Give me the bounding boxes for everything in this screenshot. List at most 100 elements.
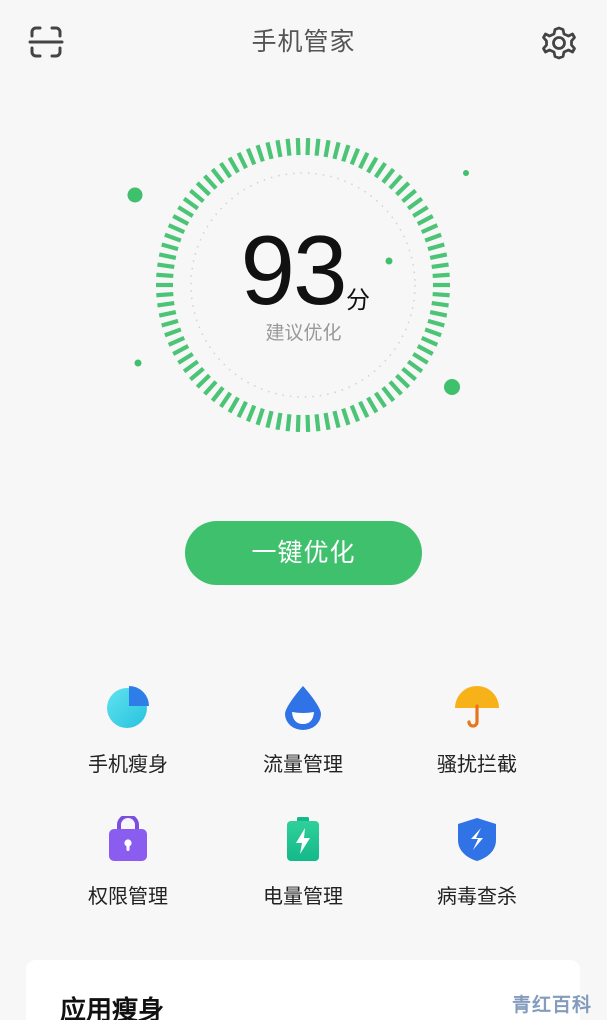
gauge-tick bbox=[255, 144, 265, 163]
gauge-tick bbox=[285, 138, 292, 156]
gauge-tick bbox=[388, 380, 403, 396]
decor-dot bbox=[127, 187, 143, 203]
card-title: 应用瘦身 bbox=[60, 996, 165, 1020]
gauge-tick bbox=[381, 167, 396, 184]
gauge-tick bbox=[341, 407, 351, 426]
gauge-tick bbox=[236, 400, 248, 419]
gauge-tick bbox=[366, 156, 379, 174]
decor-dot bbox=[385, 257, 393, 265]
tool-label: 手机瘦身 bbox=[88, 752, 168, 776]
gauge-tick bbox=[323, 139, 331, 158]
tool-label: 权限管理 bbox=[88, 884, 168, 908]
gauge-tick bbox=[275, 139, 283, 158]
gauge-tick bbox=[158, 252, 177, 261]
gauge-tick bbox=[424, 232, 442, 243]
gauge-tick bbox=[373, 161, 387, 179]
gauge-tick bbox=[167, 223, 186, 235]
gauge-tick bbox=[157, 262, 175, 269]
gauge-tick bbox=[195, 181, 211, 197]
gauge-tick bbox=[182, 359, 200, 374]
decor-dot bbox=[134, 359, 142, 367]
gauge-tick bbox=[172, 344, 190, 356]
gauge-tick bbox=[332, 141, 341, 160]
lock-bag-icon bbox=[105, 814, 151, 862]
gauge-tick bbox=[265, 141, 274, 160]
gauge-tick bbox=[366, 396, 379, 414]
umbrella-icon bbox=[454, 684, 500, 730]
gauge-tick bbox=[432, 291, 450, 298]
gauge-tick bbox=[305, 138, 311, 156]
gauge-tick bbox=[412, 205, 429, 218]
gear-icon[interactable] bbox=[540, 24, 578, 62]
watermark-logo: 青红百科 bbox=[512, 994, 593, 1016]
tool-data-management[interactable]: 流量管理 bbox=[228, 684, 378, 794]
app-title: 手机管家 bbox=[251, 27, 356, 56]
gauge-tick bbox=[332, 410, 341, 429]
gauge-tick bbox=[236, 151, 248, 170]
gauge-tick bbox=[189, 366, 205, 382]
gauge-tick bbox=[189, 188, 205, 204]
decor-dot bbox=[463, 170, 469, 176]
gauge-tick bbox=[395, 181, 411, 197]
pie-chart-icon bbox=[105, 684, 151, 730]
app-slimming-card[interactable]: 应用瘦身 bbox=[26, 960, 580, 1020]
gauge-tick bbox=[395, 373, 411, 389]
tool-label: 骚扰拦截 bbox=[437, 752, 517, 776]
gauge-tick bbox=[412, 352, 429, 365]
gauge-tick bbox=[432, 272, 450, 279]
gauge-tick bbox=[203, 380, 218, 396]
tool-permission-management[interactable]: 权限管理 bbox=[53, 814, 203, 926]
gauge-tick bbox=[349, 404, 361, 423]
top-bar: 手机管家 bbox=[0, 0, 607, 84]
gauge-tick bbox=[416, 214, 434, 226]
gauge-tick bbox=[219, 391, 233, 409]
gauge-tick bbox=[358, 400, 370, 419]
score-value: 93 bbox=[240, 215, 347, 325]
gauge-tick bbox=[172, 214, 190, 226]
gauge-tick bbox=[158, 309, 177, 318]
decor-dot bbox=[444, 379, 460, 395]
score-hint: 建议优化 bbox=[265, 322, 342, 344]
gauge-tick bbox=[203, 174, 218, 190]
tool-label: 流量管理 bbox=[263, 752, 343, 776]
gauge-tick bbox=[182, 196, 200, 211]
gauge-tick bbox=[255, 407, 265, 426]
gauge-tick bbox=[314, 414, 321, 432]
tool-battery-management[interactable]: 电量管理 bbox=[228, 816, 378, 926]
gauge-tick bbox=[156, 272, 174, 279]
gauge-tick bbox=[406, 196, 424, 211]
gauge-tick bbox=[245, 404, 257, 423]
gauge-tick bbox=[210, 167, 225, 184]
score-unit: 分 bbox=[346, 286, 370, 314]
gauge-tick bbox=[177, 352, 194, 365]
gauge-tick bbox=[164, 232, 182, 243]
gauge-tick bbox=[429, 309, 448, 318]
gauge-tick bbox=[314, 138, 321, 156]
tool-virus-scan[interactable]: 病毒查杀 bbox=[402, 816, 552, 926]
gauge-tick bbox=[219, 161, 233, 179]
water-drop-icon bbox=[280, 684, 326, 730]
gauge-tick bbox=[429, 252, 448, 261]
gauge-tick bbox=[210, 386, 225, 403]
gauge-tick bbox=[406, 359, 424, 374]
gauge-tick bbox=[427, 242, 445, 252]
gauge-tick bbox=[156, 291, 174, 298]
tool-harassment-block[interactable]: 骚扰拦截 bbox=[402, 684, 552, 794]
gauge-tick bbox=[431, 301, 449, 308]
gauge-tick bbox=[265, 410, 274, 429]
gauge-tick bbox=[420, 223, 439, 235]
gauge-tick bbox=[388, 174, 403, 190]
gauge-tick bbox=[373, 391, 387, 409]
gauge-tick bbox=[431, 262, 449, 269]
shield-icon bbox=[454, 816, 500, 862]
gauge-tick bbox=[285, 414, 292, 432]
gauge-tick bbox=[275, 412, 283, 431]
gauge-tick bbox=[195, 373, 211, 389]
gauge-tick bbox=[157, 301, 175, 308]
tool-phone-slimming[interactable]: 手机瘦身 bbox=[53, 684, 203, 794]
gauge-tick bbox=[323, 412, 331, 431]
gauge-tick bbox=[295, 414, 301, 432]
one-click-optimize-button[interactable]: 一键优化 bbox=[185, 521, 422, 585]
gauge-tick bbox=[349, 147, 361, 166]
gauge-tick bbox=[295, 138, 301, 156]
